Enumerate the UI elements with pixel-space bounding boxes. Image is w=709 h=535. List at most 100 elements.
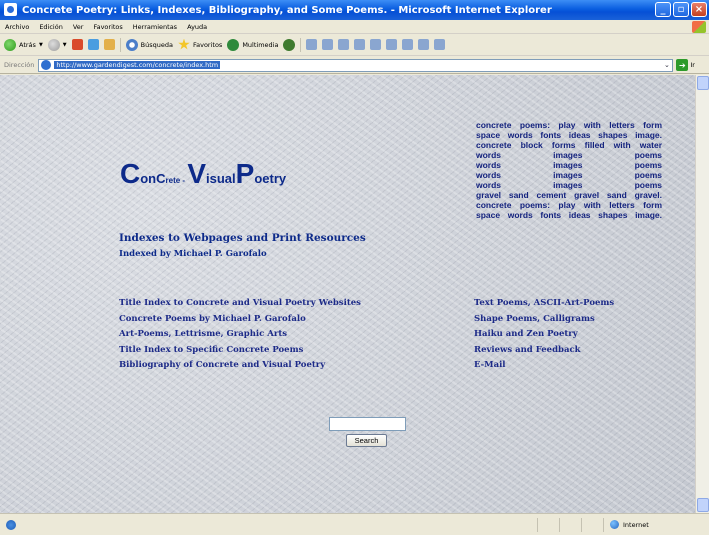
link-title-index-poems[interactable]: Title Index to Specific Concrete Poems: [119, 343, 361, 359]
toolbar-separator: [119, 37, 121, 52]
poem-row: words images poems: [476, 170, 662, 180]
folder-icon[interactable]: [354, 39, 366, 50]
poem-row: words images poems: [476, 160, 662, 170]
research-icon[interactable]: [386, 39, 398, 50]
window-title: Concrete Poetry: Links, Indexes, Bibliog…: [22, 4, 552, 16]
status-cell: [559, 517, 581, 532]
windows-logo-icon: [692, 21, 706, 33]
link-shape-poems[interactable]: Shape Poems, Calligrams: [474, 312, 614, 328]
link-bibliography[interactable]: Bibliography of Concrete and Visual Poet…: [119, 358, 361, 374]
close-button[interactable]: ×: [691, 2, 707, 17]
poem-line: space words fonts ideas shapes image.: [476, 130, 662, 140]
address-url[interactable]: http://www.gardendigest.com/concrete/ind…: [54, 61, 221, 69]
link-title-index-websites[interactable]: Title Index to Concrete and Visual Poetr…: [119, 296, 361, 312]
window-title-bar[interactable]: Concrete Poetry: Links, Indexes, Bibliog…: [0, 0, 709, 20]
zone-label: Internet: [623, 520, 649, 529]
logo-letter: isual: [206, 171, 236, 186]
poem-line: space words fonts ideas shapes image.: [476, 210, 662, 220]
menu-ayuda[interactable]: Ayuda: [187, 23, 207, 31]
logo-letter: on: [140, 171, 157, 186]
poem-word: words: [476, 170, 502, 180]
copy-icon[interactable]: [418, 39, 430, 50]
link-haiku-zen[interactable]: Haiku and Zen Poetry: [474, 327, 614, 343]
go-arrow-icon[interactable]: ➔: [676, 59, 689, 71]
messenger-icon[interactable]: [370, 39, 382, 50]
left-link-list: Title Index to Concrete and Visual Poetr…: [119, 296, 361, 374]
media-label: Multimedia: [242, 40, 279, 49]
forward-button[interactable]: ▼: [47, 38, 67, 51]
maximize-button[interactable]: ▫: [673, 2, 689, 17]
poem-line: concrete poems: play with letters form: [476, 200, 662, 210]
refresh-icon[interactable]: [87, 39, 99, 50]
menu-archivo[interactable]: Archivo: [5, 23, 29, 31]
poem-line: concrete block forms filled with water: [476, 140, 662, 150]
media-button[interactable]: Multimedia: [227, 38, 279, 51]
window-controls: _ ▫ ×: [655, 2, 707, 17]
search-button[interactable]: Búsqueda: [125, 38, 173, 51]
status-cell: [581, 517, 603, 532]
back-arrow-icon: [4, 38, 16, 51]
edit-icon[interactable]: [338, 39, 350, 50]
poem-word: words: [476, 150, 502, 160]
minimize-button[interactable]: _: [655, 2, 671, 17]
tool-icon[interactable]: [402, 39, 414, 50]
scroll-up-icon[interactable]: [697, 76, 709, 90]
logo-letter: P: [235, 158, 255, 189]
concrete-poem-block: concrete poems: play with letters form s…: [476, 120, 662, 220]
stop-icon[interactable]: [71, 39, 83, 50]
logo-letter: oetry: [254, 171, 287, 186]
logo-letter: -: [180, 176, 188, 185]
menu-herramientas[interactable]: Herramientas: [133, 23, 177, 31]
print-icon[interactable]: [322, 39, 334, 50]
concrete-visual-poetry-logo: Con Crete - Visual Poetry: [120, 158, 286, 190]
link-reviews-feedback[interactable]: Reviews and Feedback: [474, 343, 614, 359]
poem-word: images: [553, 170, 583, 180]
right-link-list: Text Poems, ASCII-Art-Poems Shape Poems,…: [474, 296, 614, 374]
link-concrete-poems[interactable]: Concrete Poems by Michael P. Garofalo: [119, 312, 361, 328]
extension-icon[interactable]: [434, 39, 446, 50]
logo-letter: V: [187, 158, 206, 189]
forward-arrow-icon: [47, 38, 60, 51]
link-email[interactable]: E-Mail: [474, 358, 614, 374]
menu-ver[interactable]: Ver: [73, 23, 84, 31]
menu-favoritos[interactable]: Favoritos: [93, 23, 122, 31]
forward-dropdown-icon[interactable]: ▼: [63, 42, 67, 48]
address-label: Dirección: [4, 61, 35, 69]
status-bar: Internet: [0, 513, 709, 535]
page-subheading: Indexed by Michael P. Garofalo: [119, 249, 267, 259]
history-icon[interactable]: [283, 38, 296, 51]
status-cells: Internet: [537, 517, 709, 532]
poem-word: words: [476, 160, 502, 170]
poem-word: images: [553, 180, 583, 190]
star-icon: [178, 38, 190, 50]
toolbar-separator: [300, 37, 302, 52]
vertical-scrollbar[interactable]: [695, 75, 709, 513]
poem-word: words: [476, 180, 502, 190]
mail-icon[interactable]: [306, 39, 318, 50]
poem-row: words images poems: [476, 180, 662, 190]
poem-word: images: [553, 150, 583, 160]
menu-edicion[interactable]: Edición: [39, 23, 63, 31]
favorites-button[interactable]: Favoritos: [178, 38, 222, 51]
page-content: Con Crete - Visual Poetry concrete poems: …: [0, 75, 709, 513]
poem-line: gravel sand cement gravel sand gravel.: [476, 190, 662, 200]
logo-letter: C: [120, 158, 141, 189]
security-zone: Internet: [603, 517, 709, 532]
search-submit-button[interactable]: Search: [346, 434, 387, 447]
site-search-input[interactable]: [329, 417, 406, 431]
back-dropdown-icon[interactable]: ▼: [39, 42, 43, 48]
back-button[interactable]: Atrás ▼: [4, 38, 43, 51]
link-text-poems[interactable]: Text Poems, ASCII-Art-Poems: [474, 296, 614, 312]
page-status-icon: [6, 519, 16, 530]
address-bar: Dirección http://www.gardendigest.com/co…: [0, 57, 709, 74]
search-label: Búsqueda: [140, 40, 173, 49]
go-button-label[interactable]: Ir: [690, 61, 695, 69]
scroll-down-icon[interactable]: [697, 498, 709, 512]
home-icon[interactable]: [103, 39, 115, 50]
chevron-down-icon[interactable]: ⌄: [661, 60, 672, 71]
toolbar: Atrás ▼ ▼ Búsqueda Favoritos Multimedia: [0, 34, 709, 56]
address-input[interactable]: http://www.gardendigest.com/concrete/ind…: [38, 58, 674, 72]
poem-word: poems: [634, 170, 662, 180]
poem-row: words images poems: [476, 150, 662, 160]
link-art-poems[interactable]: Art-Poems, Lettrisme, Graphic Arts: [119, 327, 361, 343]
